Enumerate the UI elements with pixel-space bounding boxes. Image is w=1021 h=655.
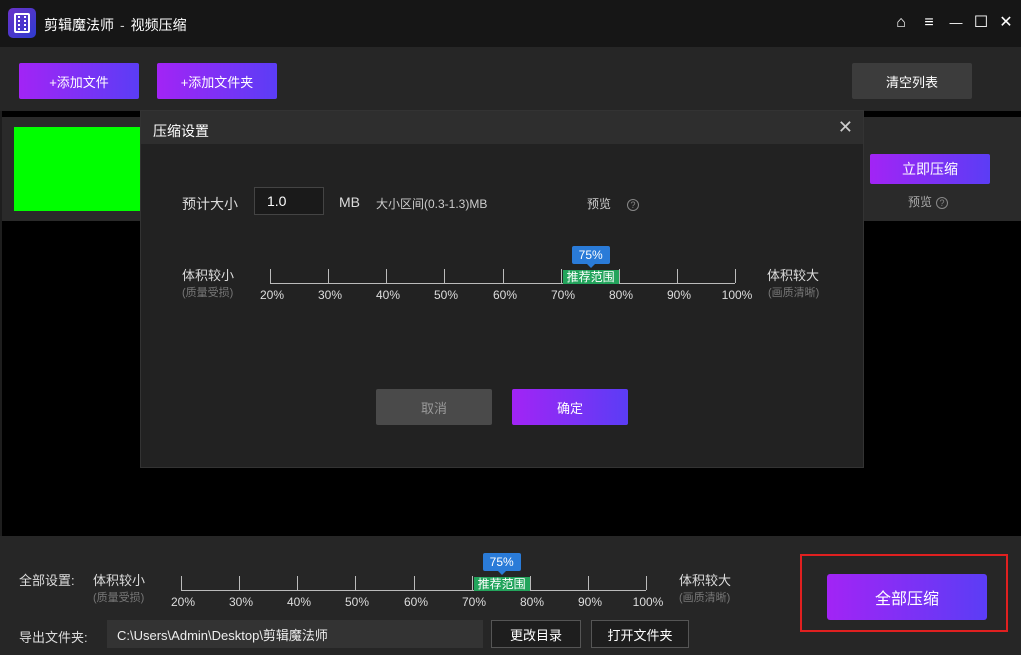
- add-file-button[interactable]: +添加文件: [19, 63, 139, 99]
- title-bar: 剪辑魔法师 - 视频压缩 ⌂ ≡ — ☐ ✕: [0, 0, 1021, 47]
- slider-tick-label: 30%: [228, 595, 254, 609]
- recommended-range-badge: 推荐范围: [562, 270, 619, 284]
- row-preview[interactable]: 预览?: [908, 193, 949, 210]
- clear-list-button[interactable]: 清空列表: [852, 63, 972, 99]
- menu-icon[interactable]: ≡: [918, 12, 940, 34]
- slider-axis[interactable]: [181, 590, 646, 591]
- slider-tick-label: 80%: [608, 288, 634, 302]
- home-icon[interactable]: ⌂: [890, 12, 912, 34]
- global-larger-size-label: 体积较大: [679, 573, 732, 588]
- dialog-help-icon[interactable]: ?: [627, 198, 640, 211]
- maximize-icon[interactable]: ☐: [970, 12, 992, 34]
- slider-tick: [270, 269, 271, 283]
- slider-tick-label: 100%: [721, 288, 753, 302]
- quality-slider[interactable]: 20% 30% 40% 50% 60% 70% 80% 90% 100% 推荐范围 75%: [260, 243, 752, 303]
- recommended-range-badge: 推荐范围: [473, 577, 530, 591]
- global-settings-label: 全部设置:: [19, 573, 75, 588]
- slider-tick: [297, 576, 298, 590]
- slider-axis[interactable]: [270, 283, 735, 284]
- minimize-icon[interactable]: —: [945, 12, 967, 34]
- slider-tick-label: 30%: [317, 288, 343, 302]
- add-folder-button[interactable]: +添加文件夹: [157, 63, 277, 99]
- dialog-close-icon[interactable]: ✕: [838, 117, 853, 138]
- slider-tick-label: 90%: [666, 288, 692, 302]
- slider-tick-label: 70%: [550, 288, 576, 302]
- confirm-button[interactable]: 确定: [512, 389, 628, 425]
- slider-tick-label: 60%: [403, 595, 429, 609]
- app-title: 剪辑魔法师 - 视频压缩: [44, 15, 187, 35]
- global-larger-size-sub: (画质清晰): [679, 592, 731, 604]
- slider-tick: [355, 576, 356, 590]
- slider-tick: [414, 576, 415, 590]
- slider-tick-label: 60%: [492, 288, 518, 302]
- dialog-preview[interactable]: 预览?: [587, 195, 640, 212]
- smaller-size-label: 体积较小: [182, 268, 235, 283]
- estimated-size-input[interactable]: [254, 187, 324, 215]
- slider-tick: [328, 269, 329, 283]
- slider-tick-label: 80%: [519, 595, 545, 609]
- slider-tick: [503, 269, 504, 283]
- title-separator: -: [120, 17, 125, 33]
- cancel-button[interactable]: 取消: [376, 389, 492, 425]
- row-preview-label[interactable]: 预览: [908, 195, 932, 209]
- slider-tick-label: 70%: [461, 595, 487, 609]
- export-folder-label: 导出文件夹:: [19, 630, 88, 645]
- slider-tick: [181, 576, 182, 590]
- slider-tick-label: 20%: [170, 595, 196, 609]
- slider-tick: [588, 576, 589, 590]
- dialog-preview-label[interactable]: 预览: [587, 197, 611, 211]
- toolbar: +添加文件 +添加文件夹 清空列表: [0, 47, 1021, 111]
- size-range-text: 大小区间(0.3-1.3)MB: [376, 197, 488, 211]
- slider-tick: [386, 269, 387, 283]
- larger-size-sub: (画质清晰): [768, 287, 820, 299]
- change-dir-button[interactable]: 更改目录: [491, 620, 581, 648]
- slider-value-bubble[interactable]: 75%: [571, 246, 610, 268]
- export-path-input[interactable]: [107, 620, 483, 648]
- global-smaller-size-label: 体积较小: [93, 573, 146, 588]
- slider-tick: [677, 269, 678, 283]
- module-name: 视频压缩: [130, 17, 187, 33]
- open-folder-button[interactable]: 打开文件夹: [591, 620, 689, 648]
- global-smaller-size-sub: (质量受损): [93, 592, 145, 604]
- close-icon[interactable]: ✕: [995, 12, 1017, 34]
- larger-size-label: 体积较大: [767, 268, 820, 283]
- compress-now-button[interactable]: 立即压缩: [870, 154, 990, 184]
- global-quality-slider[interactable]: 20% 30% 40% 50% 60% 70% 80% 90% 100% 推荐范围 75%: [171, 550, 663, 610]
- dialog-title: 压缩设置: [153, 123, 209, 139]
- video-thumbnail[interactable]: [14, 127, 140, 211]
- slider-tick: [530, 576, 531, 590]
- slider-tick: [735, 269, 736, 283]
- smaller-size-sub: (质量受损): [182, 287, 234, 299]
- help-icon[interactable]: ?: [936, 196, 949, 209]
- slider-tick-label: 20%: [259, 288, 285, 302]
- highlight-annotation-box: [800, 554, 1008, 632]
- slider-tick: [239, 576, 240, 590]
- compression-settings-dialog: 压缩设置 ✕ 预计大小 MB 大小区间(0.3-1.3)MB 预览? 体积较小 …: [140, 110, 864, 468]
- dialog-header: 压缩设置 ✕: [141, 111, 863, 144]
- slider-tick: [444, 269, 445, 283]
- slider-tick-label: 50%: [433, 288, 459, 302]
- estimated-size-label: 预计大小: [182, 196, 238, 212]
- size-unit: MB: [339, 194, 360, 210]
- slider-tick-label: 90%: [577, 595, 603, 609]
- slider-tick-label: 40%: [286, 595, 312, 609]
- app-name: 剪辑魔法师: [44, 17, 114, 33]
- slider-tick: [646, 576, 647, 590]
- slider-tick-label: 50%: [344, 595, 370, 609]
- slider-tick-label: 100%: [632, 595, 664, 609]
- app-logo-icon: [8, 8, 36, 38]
- slider-tick: [619, 269, 620, 283]
- slider-value-bubble[interactable]: 75%: [482, 553, 521, 575]
- slider-tick-label: 40%: [375, 288, 401, 302]
